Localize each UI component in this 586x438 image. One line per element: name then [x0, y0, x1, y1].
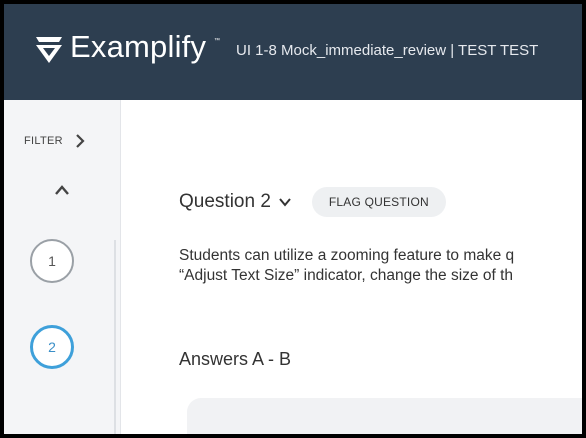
question-text: Students can utilize a zooming feature t… — [179, 246, 582, 286]
app-window: Examplify ™ UI 1-8 Mock_immediate_review… — [4, 4, 582, 434]
question-nav-1[interactable]: 1 — [30, 239, 74, 283]
sidebar-scrollbar[interactable] — [114, 240, 116, 434]
question-nav-number: 1 — [48, 253, 56, 269]
question-panel: Question 2 FLAG QUESTION Students can ut… — [121, 100, 582, 434]
brand-name: Examplify — [70, 29, 207, 64]
question-nav-2[interactable]: 2 — [30, 325, 74, 369]
chevron-up-icon[interactable] — [54, 184, 70, 196]
question-nav-number: 2 — [48, 339, 56, 355]
filter-label: FILTER — [24, 135, 63, 147]
chevron-right-icon — [76, 134, 85, 148]
examplify-logo-icon — [36, 37, 62, 63]
flag-question-button[interactable]: FLAG QUESTION — [311, 187, 446, 217]
answers-heading: Answers A - B — [179, 349, 292, 369]
chevron-down-icon[interactable] — [278, 197, 292, 207]
question-header: Question 2 FLAG QUESTION — [179, 187, 446, 217]
question-text-line: Students can utilize a zooming feature t… — [179, 247, 515, 264]
app-header: Examplify ™ UI 1-8 Mock_immediate_review… — [4, 4, 582, 100]
question-text-line: “Adjust Text Size” indicator, change the… — [179, 267, 514, 284]
question-sidebar: FILTER 1 2 — [4, 100, 121, 434]
question-title[interactable]: Question 2 — [179, 191, 271, 213]
answer-option-card[interactable] — [187, 398, 582, 434]
exam-title: UI 1-8 Mock_immediate_review | TEST TEST — [236, 42, 539, 59]
filter-toggle[interactable]: FILTER — [24, 134, 87, 148]
trademark-mark: ™ — [214, 38, 220, 44]
